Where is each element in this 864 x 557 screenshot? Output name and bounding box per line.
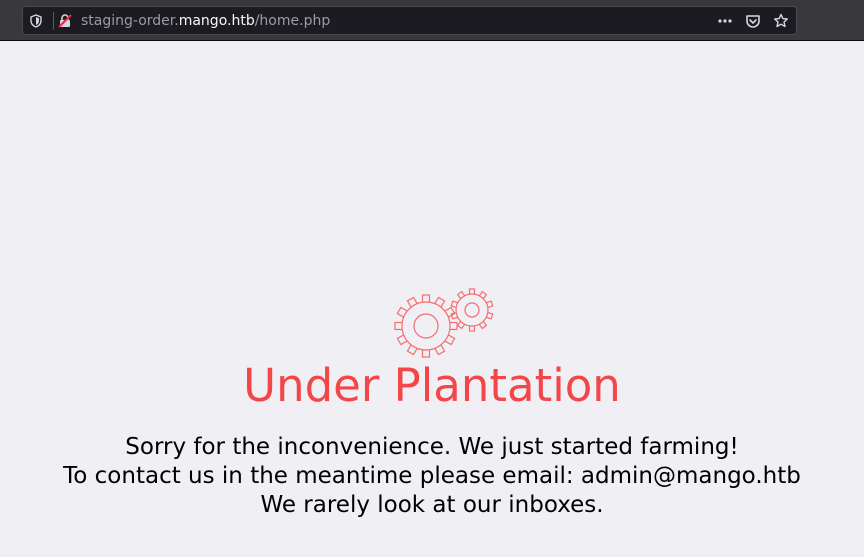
url-path: /home.php [254,13,331,29]
more-actions-icon[interactable] [717,13,733,29]
urlbar-separator [53,12,54,30]
insecure-lock-icon[interactable] [57,13,73,29]
browser-toolbar: staging-order.mango.htb/home.php [0,0,864,41]
message-line-1: Sorry for the inconvenience. We just sta… [125,434,739,460]
message-line-3: We rarely look at our inboxes. [260,492,604,518]
url-prefix: staging-order. [81,13,179,29]
url-text[interactable]: staging-order.mango.htb/home.php [81,12,330,30]
star-icon[interactable] [773,13,789,29]
url-host: mango.htb [178,13,255,29]
address-bar[interactable]: staging-order.mango.htb/home.php [22,6,797,35]
page-content: Under Plantation Sorry for the inconveni… [0,42,864,557]
shield-icon[interactable] [28,13,44,29]
gears-icon [394,288,494,358]
page-title: Under Plantation [243,359,621,412]
message-block: Sorry for the inconvenience. We just sta… [0,433,864,520]
pocket-icon[interactable] [745,13,761,29]
message-line-2: To contact us in the meantime please ema… [63,463,801,489]
